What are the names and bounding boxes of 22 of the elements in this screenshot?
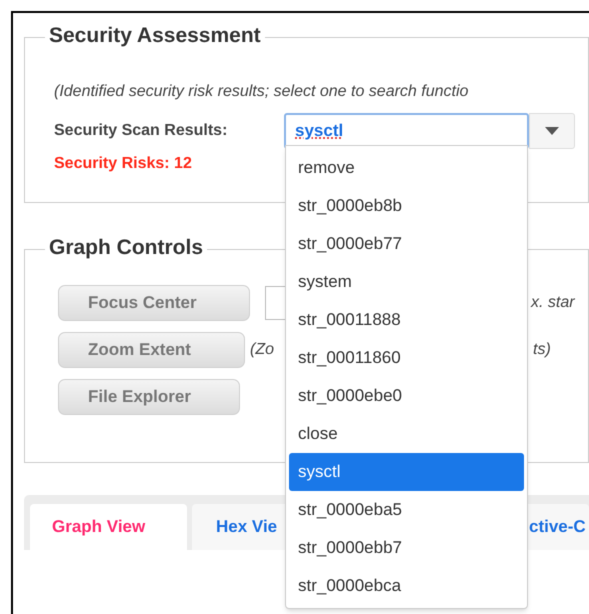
control-button[interactable]: Zoom Extent: [58, 332, 245, 368]
hint-text: x. star: [531, 293, 575, 313]
dropdown-option[interactable]: str_0000ebe0: [289, 377, 524, 415]
dropdown-option[interactable]: str_0000eb8b: [289, 187, 524, 225]
control-button[interactable]: Focus Center: [58, 285, 250, 321]
caret-icon: [545, 127, 559, 135]
dropdown-option[interactable]: sysctl: [289, 453, 524, 491]
hint-text: (Zo: [250, 340, 275, 360]
dropdown-option[interactable]: str_00011860: [289, 339, 524, 377]
hint-text: ts): [533, 340, 551, 360]
risk-count: Security Risks: 12: [54, 154, 192, 174]
dropdown-option[interactable]: system: [289, 263, 524, 301]
control-button[interactable]: File Explorer: [58, 379, 240, 415]
tab[interactable]: Graph View: [30, 504, 187, 550]
dropdown-button[interactable]: [529, 113, 575, 149]
dropdown-option[interactable]: remove: [289, 149, 524, 187]
dropdown-option[interactable]: str_0000ebca: [289, 567, 524, 605]
hint-text: (Identified security risk results; select one to search functio: [54, 82, 470, 102]
dropdown-option[interactable]: str_00011888: [289, 301, 524, 339]
dropdown-option[interactable]: str_0000eb77: [289, 225, 524, 263]
field-label: Security Scan Results:: [54, 121, 228, 141]
dropdown-option[interactable]: close: [289, 415, 524, 453]
